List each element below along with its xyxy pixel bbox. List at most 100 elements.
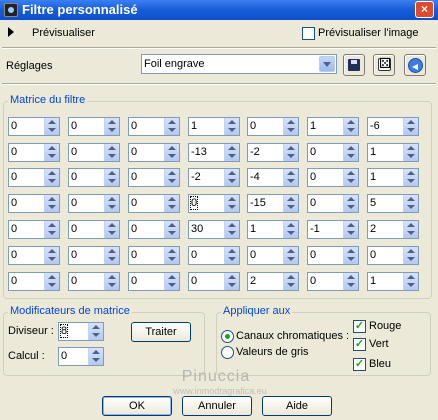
spinner-arrows-icon[interactable] — [343, 118, 358, 135]
channels-label[interactable]: Canaux chromatiques : — [236, 330, 349, 342]
matrix-cell-r1-c7[interactable]: -6 — [367, 117, 419, 136]
matrix-cell-r4-c1[interactable]: 0 — [8, 194, 60, 213]
reset-button[interactable] — [404, 54, 426, 76]
matrix-cell-r4-c6[interactable]: 0 — [307, 194, 359, 213]
matrix-cell-r6-c7[interactable]: 0 — [367, 246, 419, 265]
spinner-arrows-icon[interactable] — [283, 247, 298, 264]
spinner-arrows-icon[interactable] — [283, 169, 298, 186]
matrix-cell-r1-c6[interactable]: 1 — [307, 117, 359, 136]
spinner-arrows-icon[interactable] — [88, 348, 103, 365]
matrix-cell-r5-c5[interactable]: 1 — [247, 220, 299, 239]
spinner-arrows-icon[interactable] — [343, 273, 358, 290]
matrix-cell-r1-c2[interactable]: 0 — [68, 117, 120, 136]
matrix-cell-r3-c5[interactable]: -4 — [247, 168, 299, 187]
spinner-arrows-icon[interactable] — [224, 169, 239, 186]
matrix-cell-r1-c3[interactable]: 0 — [128, 117, 180, 136]
spinner-arrows-icon[interactable] — [164, 195, 179, 212]
spinner-arrows-icon[interactable] — [403, 169, 418, 186]
spinner-arrows-icon[interactable] — [44, 195, 59, 212]
spinner-arrows-icon[interactable] — [88, 323, 103, 340]
matrix-cell-r4-c5[interactable]: -15 — [247, 194, 299, 213]
matrix-cell-r4-c3[interactable]: 0 — [128, 194, 180, 213]
close-button[interactable]: × — [415, 1, 434, 18]
spinner-arrows-icon[interactable] — [164, 247, 179, 264]
matrix-cell-r7-c6[interactable]: 0 — [307, 272, 359, 291]
matrix-cell-r7-c3[interactable]: 0 — [128, 272, 180, 291]
matrix-cell-r6-c3[interactable]: 0 — [128, 246, 180, 265]
preview-label[interactable]: Prévisualiser — [32, 27, 95, 39]
matrix-cell-r2-c6[interactable]: 0 — [307, 143, 359, 162]
matrix-cell-r7-c4[interactable]: 0 — [188, 272, 240, 291]
matrix-cell-r6-c4[interactable]: 0 — [188, 246, 240, 265]
matrix-cell-r2-c1[interactable]: 0 — [8, 143, 60, 162]
ok-button[interactable]: OK — [102, 396, 172, 416]
matrix-cell-r6-c2[interactable]: 0 — [68, 246, 120, 265]
matrix-cell-r6-c1[interactable]: 0 — [8, 246, 60, 265]
matrix-cell-r6-c6[interactable]: 0 — [307, 246, 359, 265]
spinner-arrows-icon[interactable] — [44, 169, 59, 186]
matrix-cell-r3-c2[interactable]: 0 — [68, 168, 120, 187]
spinner-arrows-icon[interactable] — [44, 273, 59, 290]
matrix-cell-r6-c5[interactable]: 0 — [247, 246, 299, 265]
matrix-cell-r2-c3[interactable]: 0 — [128, 143, 180, 162]
matrix-cell-r3-c3[interactable]: 0 — [128, 168, 180, 187]
spinner-arrows-icon[interactable] — [283, 221, 298, 238]
spinner-arrows-icon[interactable] — [343, 247, 358, 264]
spinner-arrows-icon[interactable] — [283, 144, 298, 161]
red-checkbox[interactable]: ✓ — [353, 320, 366, 333]
matrix-cell-r2-c2[interactable]: 0 — [68, 143, 120, 162]
spinner-arrows-icon[interactable] — [104, 169, 119, 186]
blue-checkbox[interactable]: ✓ — [353, 358, 366, 371]
chevron-down-icon[interactable] — [319, 56, 335, 72]
spinner-arrows-icon[interactable] — [403, 221, 418, 238]
spinner-arrows-icon[interactable] — [44, 118, 59, 135]
matrix-cell-r5-c2[interactable]: 0 — [68, 220, 120, 239]
spinner-arrows-icon[interactable] — [343, 221, 358, 238]
matrix-cell-r5-c3[interactable]: 0 — [128, 220, 180, 239]
spinner-arrows-icon[interactable] — [403, 144, 418, 161]
spinner-arrows-icon[interactable] — [44, 221, 59, 238]
matrix-cell-r4-c7[interactable]: 5 — [367, 194, 419, 213]
spinner-arrows-icon[interactable] — [403, 273, 418, 290]
greyscale-radio[interactable] — [221, 346, 234, 359]
preview-image-checkbox[interactable] — [302, 27, 315, 40]
matrix-cell-r1-c1[interactable]: 0 — [8, 117, 60, 136]
spinner-arrows-icon[interactable] — [224, 247, 239, 264]
spinner-arrows-icon[interactable] — [104, 247, 119, 264]
spinner-arrows-icon[interactable] — [104, 144, 119, 161]
spinner-arrows-icon[interactable] — [224, 221, 239, 238]
spinner-arrows-icon[interactable] — [104, 273, 119, 290]
matrix-cell-r3-c1[interactable]: 0 — [8, 168, 60, 187]
matrix-cell-r7-c5[interactable]: 2 — [247, 272, 299, 291]
spinner-arrows-icon[interactable] — [164, 118, 179, 135]
matrix-cell-r5-c6[interactable]: -1 — [307, 220, 359, 239]
cancel-button[interactable]: Annuler — [182, 396, 252, 416]
spinner-arrows-icon[interactable] — [104, 118, 119, 135]
spinner-arrows-icon[interactable] — [343, 195, 358, 212]
green-checkbox[interactable]: ✓ — [353, 338, 366, 351]
spinner-arrows-icon[interactable] — [224, 195, 239, 212]
matrix-cell-r2-c7[interactable]: 1 — [367, 143, 419, 162]
greyscale-label[interactable]: Valeurs de gris — [236, 346, 309, 358]
random-button[interactable] — [373, 54, 395, 76]
matrix-cell-r5-c4[interactable]: 30 — [188, 220, 240, 239]
spinner-arrows-icon[interactable] — [164, 144, 179, 161]
spinner-arrows-icon[interactable] — [343, 169, 358, 186]
matrix-cell-r1-c5[interactable]: 0 — [247, 117, 299, 136]
spinner-arrows-icon[interactable] — [164, 221, 179, 238]
spinner-arrows-icon[interactable] — [343, 144, 358, 161]
preset-select[interactable]: Foil engrave — [141, 54, 337, 74]
matrix-cell-r3-c4[interactable]: -2 — [188, 168, 240, 187]
matrix-cell-r3-c6[interactable]: 0 — [307, 168, 359, 187]
expand-preview-icon[interactable] — [8, 27, 14, 37]
spinner-arrows-icon[interactable] — [403, 195, 418, 212]
spinner-arrows-icon[interactable] — [403, 118, 418, 135]
spinner-arrows-icon[interactable] — [104, 195, 119, 212]
divisor-spinner[interactable]: 8 — [58, 322, 104, 341]
matrix-cell-r7-c2[interactable]: 0 — [68, 272, 120, 291]
channels-radio[interactable] — [221, 330, 234, 343]
spinner-arrows-icon[interactable] — [164, 169, 179, 186]
matrix-cell-r5-c7[interactable]: 2 — [367, 220, 419, 239]
save-preset-button[interactable] — [343, 54, 365, 76]
spinner-arrows-icon[interactable] — [44, 144, 59, 161]
